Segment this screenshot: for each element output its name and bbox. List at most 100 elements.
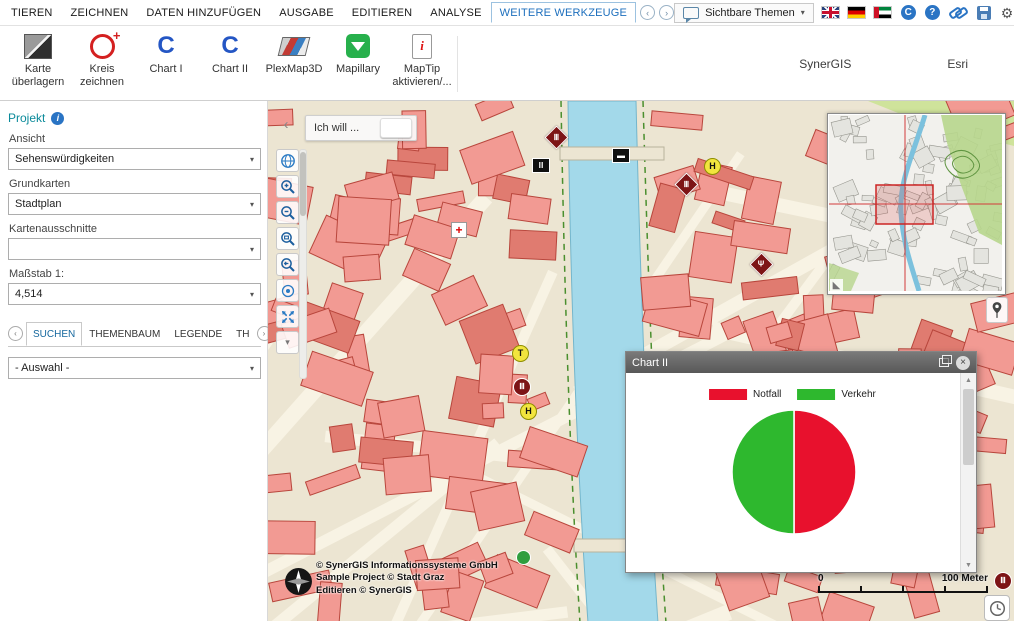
kartenausschnitte-select[interactable]: ▾ — [8, 238, 261, 260]
tab-scroll-left-button[interactable]: ‹ — [8, 326, 23, 341]
circle-draw-icon: + — [90, 34, 115, 59]
poi-bus-stop-h-2[interactable]: H — [520, 403, 537, 420]
map-tools-scrollbar[interactable] — [299, 149, 307, 379]
poi-museum-circle[interactable]: Ⅲ — [513, 378, 531, 396]
ribbon-button-chart-1[interactable]: C Chart I — [134, 28, 198, 100]
ribbon-button-mapillary[interactable]: Mapillary — [326, 28, 390, 100]
ribbon-divider — [457, 36, 458, 92]
ribbon-button-chart-2[interactable]: C Chart II — [198, 28, 262, 100]
iwill-toggle[interactable] — [380, 118, 412, 138]
grundkarten-select-value: Stadtplan — [15, 198, 244, 210]
language-flag-uk[interactable] — [821, 6, 840, 19]
chart-window-titlebar[interactable]: Chart II × — [626, 352, 976, 373]
settings-button[interactable]: ⚙ ▾ — [1001, 6, 1014, 20]
close-window-button[interactable]: × — [956, 356, 970, 370]
help-button[interactable]: ? — [925, 5, 940, 20]
copyright-line: Sample Project © Stadt Graz — [316, 572, 498, 584]
gear-icon: ⚙ — [1001, 6, 1014, 20]
sidebar-tab-legende[interactable]: LEGENDE — [167, 322, 229, 346]
tabs-prev-button[interactable]: ‹ — [640, 5, 655, 20]
poi-hospital-marker[interactable]: + — [451, 222, 467, 238]
circle-c-button[interactable]: C — [901, 5, 916, 20]
sidebar-tab-themenbaum[interactable]: THEMENBAUM — [82, 322, 167, 346]
restore-window-button[interactable] — [936, 355, 952, 371]
massstab-select-value: 4,514 — [15, 288, 244, 300]
poi-bus-stop-h[interactable]: H — [704, 158, 721, 175]
full-extent-button[interactable] — [276, 305, 299, 328]
menu-tab-tieren[interactable]: TIEREN — [2, 2, 62, 23]
ribbon-button-kreis-zeichnen[interactable]: + Kreis zeichnen — [70, 28, 134, 100]
ribbon-button-plexmap3d[interactable]: PlexMap3D — [262, 28, 326, 100]
auswahl-select[interactable]: - Auswahl - ▾ — [8, 357, 261, 379]
ribbon-button-karte-ueberlagern[interactable]: Karte überlagern — [6, 28, 70, 100]
poi-panorama-marker[interactable]: ▬ — [612, 148, 630, 163]
menu-tab-ausgabe[interactable]: AUSGABE — [270, 2, 343, 23]
map-copyright: © SynerGIS Informationssysteme GmbH Samp… — [316, 560, 498, 597]
chevron-down-icon: ▾ — [801, 8, 805, 17]
letter-c-icon: C — [905, 7, 912, 18]
ribbon-toolbar: Karte überlagern + Kreis zeichnen C Char… — [0, 26, 1014, 101]
maptip-icon: i — [412, 34, 432, 59]
iwill-search[interactable]: Ich will ... — [305, 115, 417, 141]
menu-tab-analyse[interactable]: ANALYSE — [421, 2, 490, 23]
menu-tab-daten-hinzufuegen[interactable]: DATEN HINZUFÜGEN — [137, 2, 270, 23]
language-flag-ae[interactable] — [873, 6, 892, 19]
chart-scrollbar[interactable]: ▲ ▼ — [960, 373, 976, 572]
zoom-in-button[interactable] — [276, 175, 299, 198]
chevron-down-icon: ▾ — [244, 155, 260, 164]
overview-collapse-button[interactable]: ◣ — [830, 279, 843, 292]
menu-tab-zeichnen[interactable]: ZEICHNEN — [62, 2, 138, 23]
zoom-out-button[interactable] — [276, 201, 299, 224]
ansicht-select-value: Sehenswürdigkeiten — [15, 153, 244, 165]
chart-window[interactable]: Chart II × Notfall Verkehr ▲ — [625, 351, 977, 573]
field-label-ansicht: Ansicht — [9, 133, 261, 145]
overview-canvas — [829, 115, 1002, 291]
zoom-previous-button[interactable] — [276, 253, 299, 276]
zoom-window-button[interactable] — [276, 227, 299, 250]
visible-themes-dropdown[interactable]: Sichtbare Themen ▾ — [674, 3, 814, 23]
copyright-line: Editieren © SynerGIS — [316, 585, 498, 597]
clock-button[interactable] — [984, 595, 1010, 621]
language-flag-de[interactable] — [847, 6, 866, 19]
sidebar-collapse-button[interactable]: ‹ — [278, 113, 294, 135]
pin-button[interactable] — [986, 297, 1008, 323]
field-label-grundkarten: Grundkarten — [9, 178, 261, 190]
restore-icon — [939, 358, 949, 367]
overlay-map-icon — [24, 34, 52, 59]
scroll-thumb[interactable] — [963, 389, 974, 465]
ansicht-select[interactable]: Sehenswürdigkeiten ▾ — [8, 148, 261, 170]
brand-esri: Esri — [947, 57, 968, 71]
visible-themes-label: Sichtbare Themen — [705, 7, 795, 19]
scroll-up-button[interactable]: ▲ — [965, 373, 972, 387]
sidebar-tab-suchen[interactable]: SUCHEN — [26, 322, 82, 346]
menubar: TIEREN ZEICHNEN DATEN HINZUFÜGEN AUSGABE… — [0, 0, 1014, 26]
poi-green-marker[interactable] — [516, 550, 531, 565]
chevron-left-icon: ‹ — [646, 8, 649, 18]
scroll-down-button[interactable]: ▼ — [965, 558, 972, 572]
ribbon-button-maptip[interactable]: i MapTip aktivieren/... — [390, 28, 454, 100]
tabs-next-button[interactable]: › — [659, 5, 674, 20]
full-extent-icon — [280, 309, 296, 325]
more-tools-button[interactable]: ▾ — [276, 331, 299, 354]
legend-label-notfall: Notfall — [753, 389, 781, 400]
iwill-label: Ich will ... — [314, 122, 359, 134]
overview-map[interactable]: ◣ — [827, 113, 1006, 295]
poi-gallery-marker[interactable]: Ⅲ — [532, 158, 550, 173]
poi-museum-corner[interactable]: Ⅲ — [994, 572, 1012, 590]
chart-c-icon: C — [157, 34, 174, 58]
poi-tram-stop-t[interactable]: T — [512, 345, 529, 362]
center-map-button[interactable] — [276, 279, 299, 302]
massstab-select[interactable]: 4,514 ▾ — [8, 283, 261, 305]
zoom-previous-icon — [280, 257, 296, 273]
link-icon[interactable] — [949, 6, 968, 19]
mapillary-icon — [346, 34, 370, 58]
chart-window-title: Chart II — [632, 357, 932, 369]
globe-tool-button[interactable] — [276, 149, 299, 172]
grundkarten-select[interactable]: Stadtplan ▾ — [8, 193, 261, 215]
save-icon[interactable] — [977, 6, 991, 20]
menu-tab-editieren[interactable]: EDITIEREN — [343, 2, 421, 23]
chart-window-body: Notfall Verkehr ▲ ▼ — [626, 373, 976, 572]
menu-tab-weitere-werkzeuge[interactable]: WEITERE WERKZEUGE — [491, 2, 636, 23]
sidebar-tab-th[interactable]: TH — [229, 322, 256, 346]
project-info-icon[interactable]: i — [51, 112, 64, 125]
